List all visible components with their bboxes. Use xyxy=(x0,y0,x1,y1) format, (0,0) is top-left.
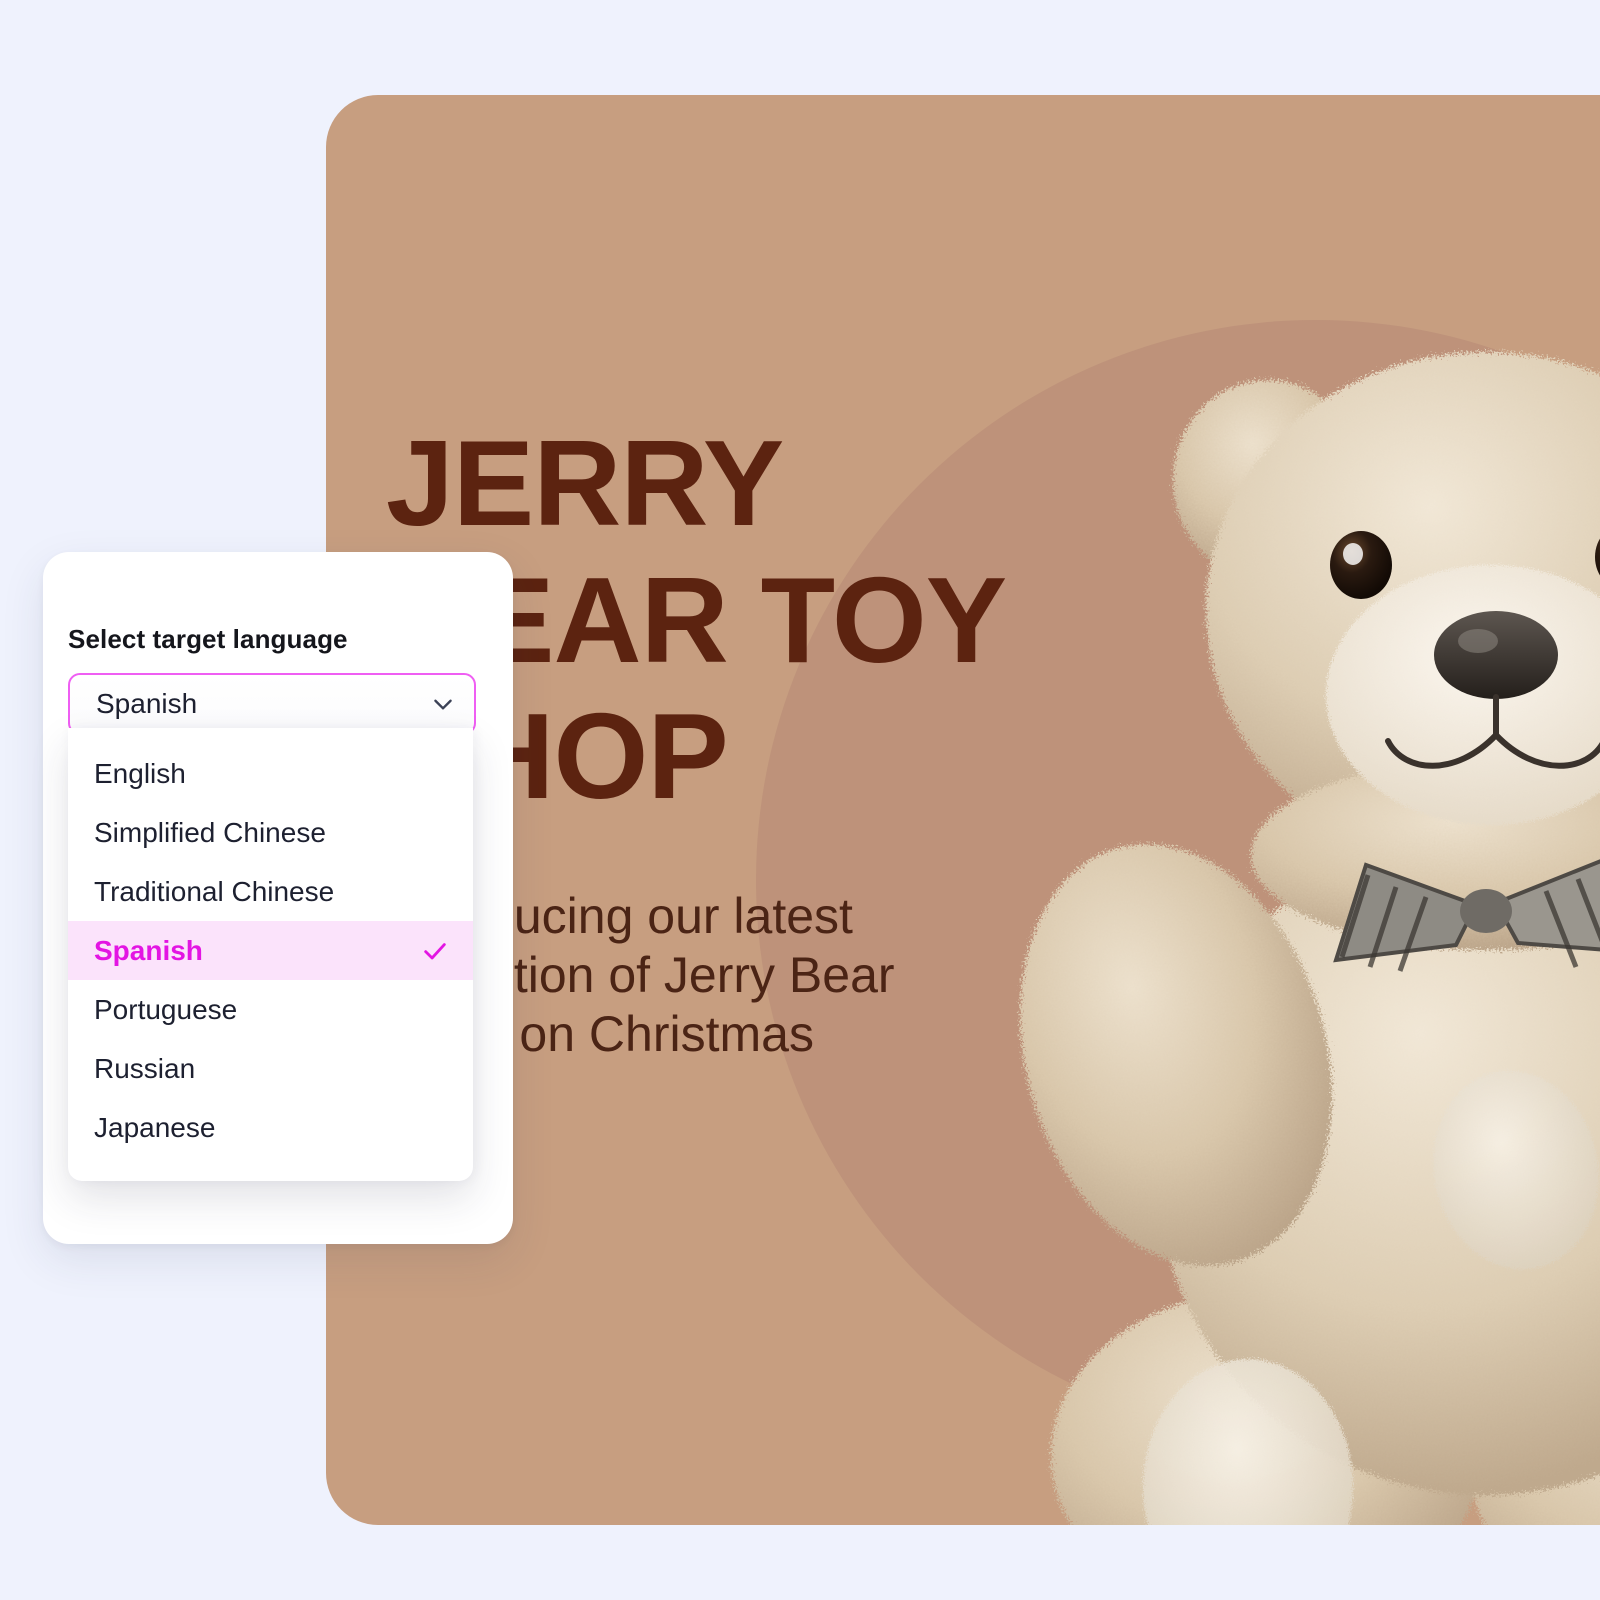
language-option-label: Japanese xyxy=(94,1111,216,1143)
language-option-label: Traditional Chinese xyxy=(94,875,335,907)
promo-banner: JERRY BEAR TOY SHOP Introducing our late… xyxy=(326,95,1600,1525)
language-option-label: Russian xyxy=(94,1052,196,1084)
language-option-traditional-chinese[interactable]: Traditional Chinese xyxy=(68,862,473,921)
language-option-simplified-chinese[interactable]: Simplified Chinese xyxy=(68,803,473,862)
teddy-bear-image xyxy=(1016,265,1600,1525)
language-option-japanese[interactable]: Japanese xyxy=(68,1098,473,1157)
language-select-control[interactable]: Spanish xyxy=(68,673,476,735)
promo-title-line-1: JERRY xyxy=(386,415,784,551)
language-option-spanish[interactable]: Spanish xyxy=(68,921,473,980)
language-option-label: English xyxy=(94,757,186,789)
select-target-language-label: Select target language xyxy=(68,624,348,654)
check-icon xyxy=(424,942,446,959)
language-select-value: Spanish xyxy=(96,688,198,719)
chevron-down-icon xyxy=(434,699,452,710)
language-option-label: Portuguese xyxy=(94,993,238,1025)
language-option-label: Simplified Chinese xyxy=(94,816,326,848)
language-option-russian[interactable]: Russian xyxy=(68,1039,473,1098)
language-dropdown-menu[interactable]: English Simplified Chinese Traditional Chi… xyxy=(68,728,473,1181)
language-selector-body: Select target language Spanish xyxy=(68,562,476,735)
language-option-portuguese[interactable]: Portuguese xyxy=(68,980,473,1039)
language-option-label: Spanish xyxy=(94,934,203,966)
language-option-english[interactable]: English xyxy=(68,744,473,803)
